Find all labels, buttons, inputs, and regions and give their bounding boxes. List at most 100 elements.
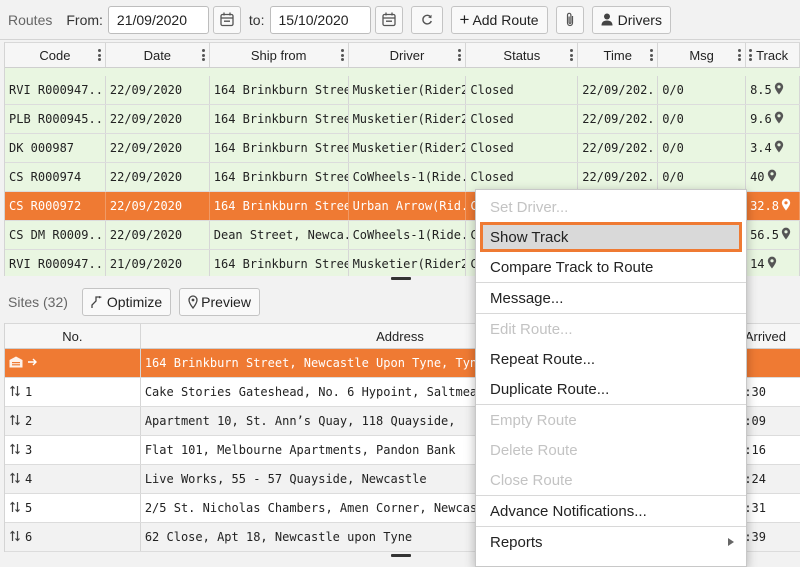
column-header-label: Ship from xyxy=(250,47,307,63)
route-cell-ship-from: 164 Brinkburn Stree... xyxy=(210,163,349,191)
cell-text: 0/0 xyxy=(662,141,684,155)
column-menu-icon[interactable] xyxy=(738,49,742,61)
menu-item-show-track[interactable]: Show Track xyxy=(480,222,742,252)
reorder-arrows-icon[interactable] xyxy=(9,530,25,545)
column-header-code[interactable]: Code xyxy=(5,43,106,67)
menu-item-compare-track-to-route[interactable]: Compare Track to Route xyxy=(476,252,746,282)
cell-text: DK 000987 xyxy=(9,141,75,155)
menu-item-label: Delete Route xyxy=(490,441,578,459)
reorder-arrows-icon[interactable] xyxy=(9,414,25,429)
drivers-label: Drivers xyxy=(617,11,662,28)
site-cell-no xyxy=(5,349,141,377)
menu-item-reports[interactable]: Reports xyxy=(476,527,746,557)
cell-text: Musketier(Rider2) xyxy=(352,257,467,271)
column-menu-icon[interactable] xyxy=(201,49,205,61)
map-pin-icon[interactable] xyxy=(767,256,777,272)
menu-item-advance-notifications[interactable]: Advance Notifications... xyxy=(476,496,746,526)
optimize-button[interactable]: Optimize xyxy=(81,288,172,316)
to-calendar-button[interactable] xyxy=(374,5,403,34)
add-route-button[interactable]: + Add Route xyxy=(450,5,548,34)
route-row[interactable]: DK 000987 22/09/2020 164 Brinkburn Stree..… xyxy=(5,134,800,163)
route-cell-status: Closed xyxy=(466,134,579,162)
cell-text: :16 xyxy=(744,443,766,457)
column-menu-icon[interactable] xyxy=(749,49,753,61)
route-cell-driver: CoWheels-1(Ride... xyxy=(349,163,467,191)
route-cell-date: 22/09/2020 xyxy=(106,163,210,191)
column-header-msg[interactable]: Msg xyxy=(658,43,747,67)
map-pin-icon[interactable] xyxy=(767,169,777,185)
cell-text: 164 Brinkburn Stree... xyxy=(213,199,348,213)
column-header-status[interactable]: Status xyxy=(466,43,579,67)
column-header-time[interactable]: Time xyxy=(578,43,659,67)
map-pin-icon[interactable] xyxy=(781,227,791,243)
column-header-no[interactable]: No. xyxy=(5,324,141,348)
column-header-driver[interactable]: Driver xyxy=(349,43,467,67)
cell-text: 22/09/2020 xyxy=(109,141,183,155)
map-pin-icon[interactable] xyxy=(774,111,784,127)
column-menu-icon[interactable] xyxy=(458,49,462,61)
route-context-menu: Set Driver... Show Track Compare Track to … xyxy=(475,189,747,567)
column-menu-icon[interactable] xyxy=(97,49,101,61)
map-pin-icon[interactable] xyxy=(774,140,784,156)
route-cell-code: CS R000972 xyxy=(5,192,106,220)
cell-text: CoWheels-1(Ride... xyxy=(352,228,466,242)
attach-button[interactable] xyxy=(555,5,584,34)
cell-text: Closed xyxy=(470,141,514,155)
reorder-arrows-icon[interactable] xyxy=(9,472,25,487)
column-menu-icon[interactable] xyxy=(340,49,344,61)
cell-text: :39 xyxy=(744,530,766,544)
drivers-button[interactable]: Drivers xyxy=(591,5,671,34)
map-pin-icon[interactable] xyxy=(774,82,784,98)
route-cell-ship-from: 164 Brinkburn Stree... xyxy=(210,76,349,104)
site-cell-no: 6 xyxy=(5,523,141,551)
cell-text: Flat 101, Melbourne Apartments, Pandon B… xyxy=(144,443,456,457)
column-menu-icon[interactable] xyxy=(650,49,654,61)
route-cell-date: 22/09/2020 xyxy=(106,221,210,249)
from-calendar-button[interactable] xyxy=(212,5,241,34)
cell-text: :09 xyxy=(744,414,766,428)
reorder-arrows-icon[interactable] xyxy=(9,385,25,400)
to-date-input[interactable]: 15/10/2020 xyxy=(269,5,371,34)
route-cell-date: 22/09/2020 xyxy=(106,105,210,133)
route-cell-msg: 0/0 xyxy=(658,163,747,191)
site-cell-no: 4 xyxy=(5,465,141,493)
from-date-input[interactable]: 21/09/2020 xyxy=(107,5,209,34)
refresh-button[interactable] xyxy=(410,5,443,34)
route-cell-msg: 0/0 xyxy=(658,105,747,133)
column-header-label: Track xyxy=(756,47,789,63)
cell-text: CS R000972 xyxy=(9,199,82,213)
refresh-icon xyxy=(421,14,432,25)
route-cell-ship-from: 164 Brinkburn Stree... xyxy=(210,192,349,220)
column-header-track[interactable]: Track xyxy=(746,43,800,67)
menu-item-close-route: Close Route xyxy=(476,465,746,495)
splitter-handle[interactable] xyxy=(391,277,411,280)
routes-table-top-spacer xyxy=(5,68,800,76)
column-header-ship-from[interactable]: Ship from xyxy=(210,43,349,67)
route-row[interactable]: RVI R000947... 22/09/2020 164 Brinkburn St… xyxy=(5,76,800,105)
route-cell-time: 22/09/202... xyxy=(578,76,659,104)
menu-item-duplicate-route[interactable]: Duplicate Route... xyxy=(476,374,746,404)
reorder-arrows-icon[interactable] xyxy=(9,443,25,458)
menu-item-label: Repeat Route... xyxy=(490,350,596,368)
preview-button[interactable]: Preview xyxy=(179,288,260,316)
route-cell-time: 22/09/202... xyxy=(578,134,659,162)
cell-text: 22/09/202... xyxy=(582,83,657,97)
route-row[interactable]: CS R000974 22/09/2020 164 Brinkburn Stree.… xyxy=(5,163,800,192)
map-pin-icon[interactable] xyxy=(781,198,791,214)
menu-item-label: Duplicate Route... xyxy=(490,380,610,398)
menu-item-empty-route: Empty Route xyxy=(476,405,746,435)
reorder-arrows-icon[interactable] xyxy=(9,501,25,516)
column-header-date[interactable]: Date xyxy=(106,43,210,67)
splitter-handle[interactable] xyxy=(391,554,411,557)
site-number: 2 xyxy=(25,414,33,428)
route-cell-track: 8.5 xyxy=(746,76,800,104)
menu-item-message[interactable]: Message... xyxy=(476,283,746,313)
cell-text: RVI R000947... xyxy=(9,83,106,97)
route-cell-driver: Musketier(Rider2) xyxy=(349,105,467,133)
cell-text: 164 Brinkburn Stree... xyxy=(213,141,348,155)
column-menu-icon[interactable] xyxy=(570,49,574,61)
menu-item-repeat-route[interactable]: Repeat Route... xyxy=(476,344,746,374)
plus-icon: + xyxy=(459,10,470,29)
route-row[interactable]: PLB R000945... 22/09/2020 164 Brinkburn St… xyxy=(5,105,800,134)
column-header-label: Date xyxy=(143,47,172,63)
